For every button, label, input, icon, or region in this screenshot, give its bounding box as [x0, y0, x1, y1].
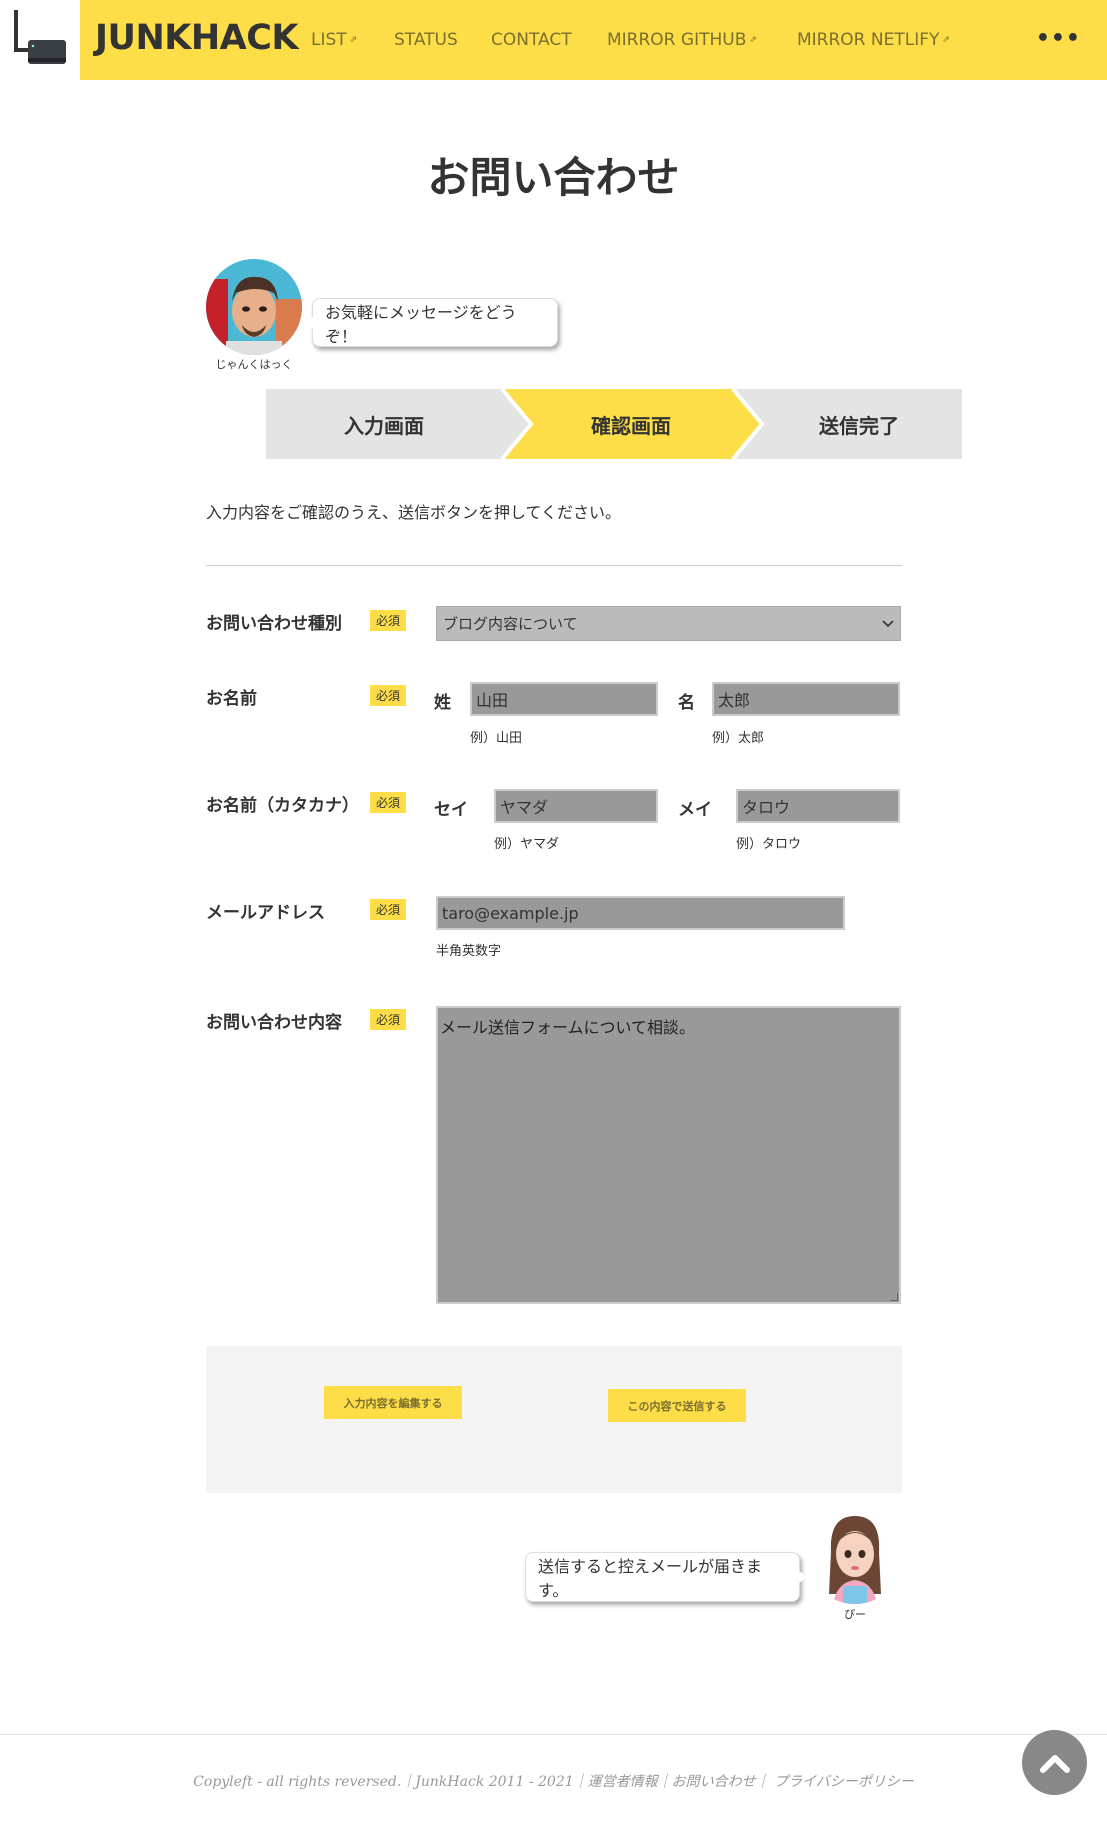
first-kana-label: メイ	[678, 800, 712, 820]
router-logo-icon	[14, 10, 66, 64]
nav-mirror-netlify[interactable]: MIRROR NETLIFY ⇗	[797, 30, 950, 50]
first-kana-hint: 例）タロウ	[736, 837, 802, 852]
last-kana-hint: 例）ヤマダ	[494, 837, 560, 852]
outro-message: 送信すると控えメールが届きます。	[538, 1557, 763, 1600]
resize-handle-icon[interactable]	[890, 1293, 898, 1301]
edit-input-button[interactable]: 入力内容を編集する	[324, 1386, 462, 1419]
footer-text: Copyleft - all rights reversed.｜JunkHack…	[193, 1774, 914, 1790]
action-panel: 入力内容を編集する この内容で送信する	[206, 1346, 902, 1493]
instruction-text: 入力内容をご確認のうえ、送信ボタンを押してください。	[206, 503, 622, 522]
chevron-down-icon	[882, 619, 894, 627]
outro-speech-bubble: 送信すると控えメールが届きます。	[525, 1552, 807, 1602]
scroll-to-top-button[interactable]	[1022, 1730, 1087, 1795]
page-title: お問い合わせ	[427, 153, 680, 202]
author-avatar-image	[206, 259, 302, 355]
required-badge: 必須	[370, 1009, 406, 1030]
assistant-avatar	[807, 1508, 903, 1604]
kana-label: お名前（カタカナ）	[206, 796, 359, 816]
first-kana-field[interactable]: タロウ	[736, 789, 900, 823]
bubble-tail	[799, 1571, 807, 1583]
nav-list-label: LIST	[311, 30, 347, 50]
message-textarea[interactable]: メール送信フォームについて相談。	[436, 1006, 901, 1304]
first-name-hint: 例）太郎	[712, 731, 765, 746]
required-badge: 必須	[370, 899, 406, 920]
progress-steps: 入力画面 確認画面 送信完了	[266, 389, 962, 459]
last-name-label: 姓	[434, 693, 451, 713]
inquiry-type-value: ブログ内容について	[443, 615, 578, 633]
first-name-field[interactable]: 太郎	[712, 682, 900, 716]
external-link-icon: ⇗	[749, 35, 757, 45]
step-confirm: 確認画面	[591, 413, 671, 438]
brand-name[interactable]: JUNKHACK	[95, 18, 299, 58]
intro-message: お気軽にメッセージをどうぞ！	[325, 302, 517, 346]
message-label: お問い合わせ内容	[206, 1013, 342, 1033]
nav-contact-label: CONTACT	[491, 30, 572, 50]
email-hint: 半角英数字	[436, 944, 502, 959]
chevron-up-icon	[1039, 1754, 1070, 1773]
assistant-avatar-name: ぴー	[844, 1608, 866, 1621]
message-value: メール送信フォームについて相談。	[440, 1018, 696, 1037]
nav-mirror-github-label: MIRROR GITHUB	[607, 30, 747, 50]
last-name-field[interactable]: 山田	[470, 682, 658, 716]
nav-mirror-github[interactable]: MIRROR GITHUB ⇗	[607, 30, 757, 50]
submit-button[interactable]: この内容で送信する	[608, 1389, 746, 1422]
external-link-icon: ⇗	[349, 35, 358, 45]
email-label: メールアドレス	[206, 903, 325, 923]
nav-list[interactable]: LIST ⇗	[311, 30, 357, 50]
first-name-label: 名	[678, 693, 695, 713]
assistant-avatar-image	[807, 1508, 903, 1604]
email-field[interactable]: taro@example.jp	[436, 896, 845, 930]
nav-mirror-netlify-label: MIRROR NETLIFY	[797, 30, 940, 50]
site-logo[interactable]	[0, 0, 80, 80]
nav-status[interactable]: STATUS	[394, 30, 458, 50]
name-label: お名前	[206, 689, 257, 709]
required-badge: 必須	[370, 685, 406, 706]
inquiry-type-label: お問い合わせ種別	[206, 614, 342, 634]
intro-speech-bubble: お気軽にメッセージをどうぞ！	[305, 298, 558, 347]
author-avatar-name: じゃんくはっく	[215, 358, 293, 371]
nav-contact[interactable]: CONTACT	[491, 30, 572, 50]
external-link-icon: ⇗	[942, 35, 950, 45]
site-header: JUNKHACK LIST ⇗ STATUS CONTACT MIRROR GIT…	[0, 0, 1107, 80]
step-input: 入力画面	[344, 413, 424, 438]
form-divider	[206, 565, 902, 566]
author-avatar	[206, 259, 302, 355]
required-badge: 必須	[370, 792, 406, 813]
more-menu-icon[interactable]: •••	[1036, 26, 1081, 51]
bubble-tail	[305, 317, 313, 329]
last-name-hint: 例）山田	[470, 731, 523, 746]
nav-status-label: STATUS	[394, 30, 458, 50]
footer-divider	[0, 1734, 1107, 1735]
required-badge: 必須	[370, 610, 406, 631]
last-kana-field[interactable]: ヤマダ	[494, 789, 658, 823]
last-kana-label: セイ	[434, 800, 468, 820]
step-complete: 送信完了	[819, 413, 899, 438]
inquiry-type-select[interactable]: ブログ内容について	[436, 606, 901, 641]
